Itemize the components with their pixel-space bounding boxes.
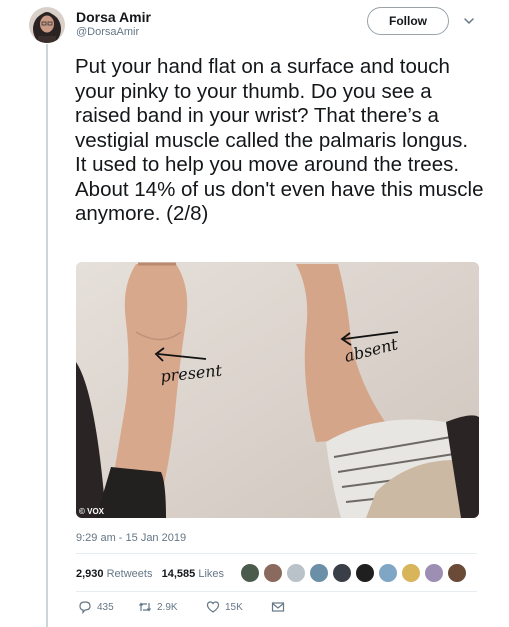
liker-avatar[interactable]: [378, 563, 398, 583]
liker-avatars: [240, 563, 470, 583]
like-count: 15K: [225, 601, 243, 613]
liker-avatar[interactable]: [355, 563, 375, 583]
vox-watermark: © VOX: [79, 507, 105, 516]
reply-button[interactable]: 435: [78, 600, 114, 614]
liker-avatar[interactable]: [263, 563, 283, 583]
retweet-button[interactable]: 2.9K: [138, 600, 178, 614]
author-handle[interactable]: @DorsaAmir: [76, 26, 139, 38]
envelope-icon: [271, 602, 285, 612]
reply-count: 435: [97, 601, 114, 613]
tweet-photo[interactable]: present absent © VOX: [76, 262, 479, 518]
tweet-text: Put your hand flat on a surface and touc…: [75, 55, 484, 225]
liker-avatar[interactable]: [401, 563, 421, 583]
divider: [76, 591, 477, 592]
thread-line: [46, 44, 48, 627]
retweet-count: 2.9K: [157, 601, 178, 613]
likes-count: 14,585: [161, 568, 196, 580]
liker-avatar[interactable]: [447, 563, 467, 583]
liker-avatar[interactable]: [309, 563, 329, 583]
author-name[interactable]: Dorsa Amir: [76, 9, 151, 25]
divider: [76, 553, 477, 554]
retweets-label: Retweets: [106, 568, 153, 580]
reply-icon: [79, 601, 91, 614]
engagement-stats: 2,930 Retweets 14,585 Likes: [76, 568, 224, 580]
heart-icon: [206, 601, 220, 613]
retweets-stat[interactable]: 2,930 Retweets: [76, 568, 152, 580]
liker-avatar[interactable]: [286, 563, 306, 583]
liker-avatar[interactable]: [332, 563, 352, 583]
follow-button[interactable]: Follow: [367, 7, 449, 35]
liker-avatar[interactable]: [424, 563, 444, 583]
retweet-icon: [139, 602, 151, 612]
likes-label: Likes: [198, 568, 225, 580]
avatar[interactable]: [29, 7, 65, 43]
liker-avatar[interactable]: [240, 563, 260, 583]
tweet-timestamp[interactable]: 9:29 am - 15 Jan 2019: [76, 532, 186, 544]
watermark-text: VOX: [87, 507, 105, 516]
chevron-down-icon[interactable]: [462, 14, 476, 28]
retweets-count: 2,930: [76, 568, 104, 580]
like-button[interactable]: 15K: [206, 600, 243, 614]
likes-stat[interactable]: 14,585 Likes: [162, 568, 224, 580]
message-button[interactable]: [271, 600, 285, 614]
